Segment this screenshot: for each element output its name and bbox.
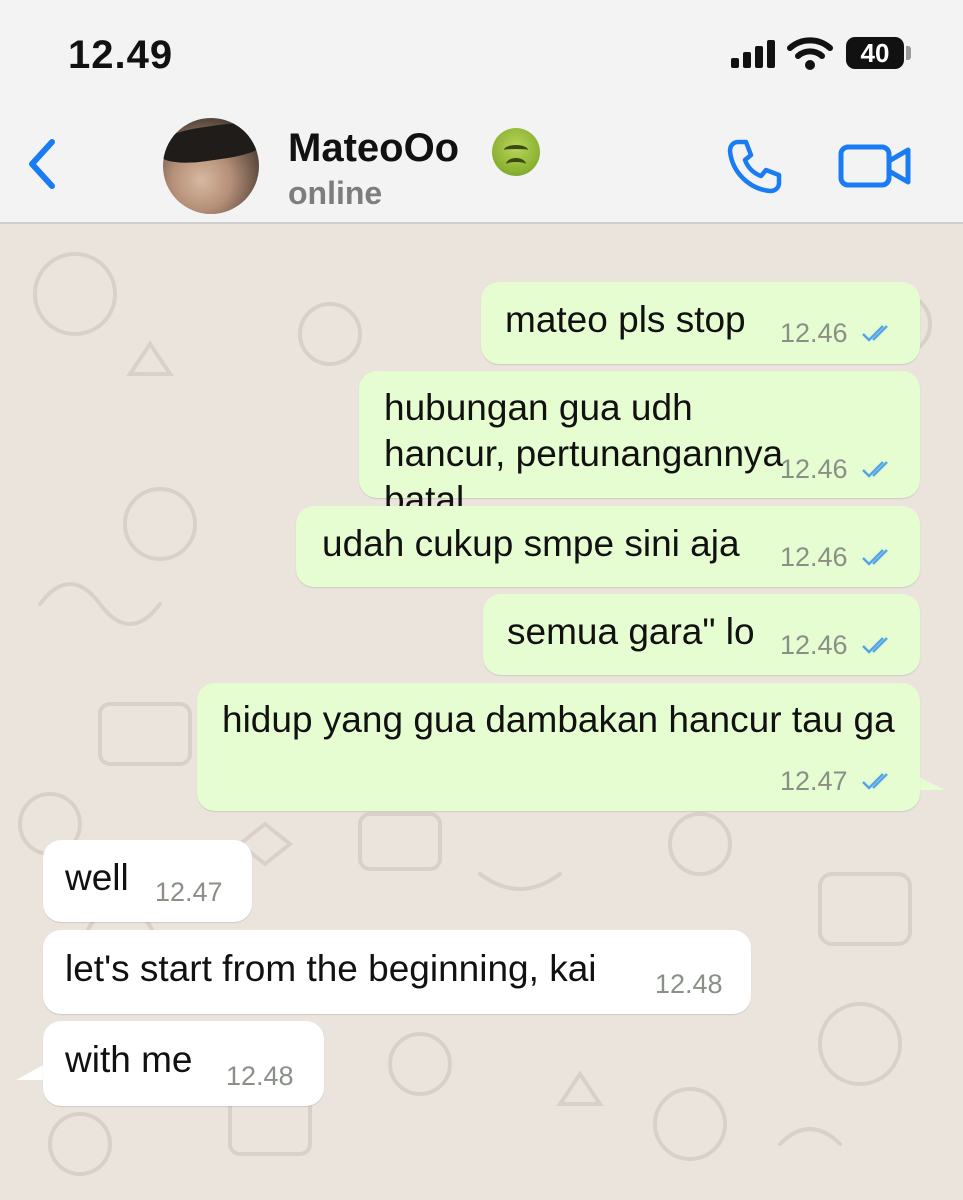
wifi-icon — [787, 37, 833, 70]
double-check-icon — [862, 549, 888, 566]
cellular-signal-icon — [731, 40, 775, 68]
message-time: 12.46 — [780, 318, 848, 348]
message-text: well — [65, 857, 129, 898]
message-bubble[interactable]: udah cukup smpe sini aja 12.46 — [296, 506, 920, 587]
message-bubble[interactable]: mateo pls stop 12.46 — [481, 282, 920, 364]
message-time: 12.47 — [780, 766, 848, 796]
message-text: with me — [65, 1039, 193, 1080]
message-time: 12.46 — [780, 630, 848, 660]
battery-cap — [906, 46, 911, 60]
status-time: 12.49 — [68, 33, 174, 77]
message-time: 12.48 — [655, 969, 723, 999]
battery-indicator: 40 — [846, 37, 904, 69]
message-bubble[interactable]: let's start from the beginning, kai 12.4… — [43, 930, 751, 1014]
message-bubble[interactable]: well 12.47 — [43, 840, 252, 922]
message-bubble[interactable]: hubungan gua udh hancur, pertunangannya … — [359, 371, 920, 520]
phone-icon[interactable] — [724, 136, 784, 196]
message-time: 12.46 — [780, 542, 848, 572]
message-text: semua gara" lo — [507, 611, 755, 652]
message-bubble[interactable]: hidup yang gua dambakan hancur tau ga 12… — [197, 683, 920, 811]
message-text: hubungan gua udh hancur, pertunangannya … — [384, 387, 784, 520]
double-check-icon — [862, 773, 888, 790]
message-time: 12.46 — [780, 454, 848, 484]
message-time: 12.47 — [155, 877, 223, 907]
message-bubble[interactable]: with me 12.48 — [43, 1021, 324, 1106]
contact-name[interactable]: MateoOo — [288, 126, 459, 171]
video-camera-icon[interactable] — [838, 142, 912, 190]
nauseated-face-emoji — [492, 128, 540, 176]
message-bubble[interactable]: semua gara" lo 12.46 — [483, 594, 920, 675]
double-check-icon — [862, 325, 888, 342]
chevron-left-icon[interactable] — [22, 136, 62, 192]
avatar[interactable] — [163, 118, 259, 214]
chat-header: 12.49 40 MateoOo online — [0, 0, 963, 224]
contact-status: online — [288, 175, 383, 211]
message-text: hidup yang gua dambakan hancur tau ga — [222, 699, 895, 740]
message-time: 12.48 — [226, 1061, 294, 1091]
double-check-icon — [862, 637, 888, 654]
message-text: udah cukup smpe sini aja — [322, 523, 740, 564]
message-text: mateo pls stop — [505, 299, 746, 340]
double-check-icon — [862, 461, 888, 478]
message-text: let's start from the beginning, kai — [65, 948, 597, 989]
